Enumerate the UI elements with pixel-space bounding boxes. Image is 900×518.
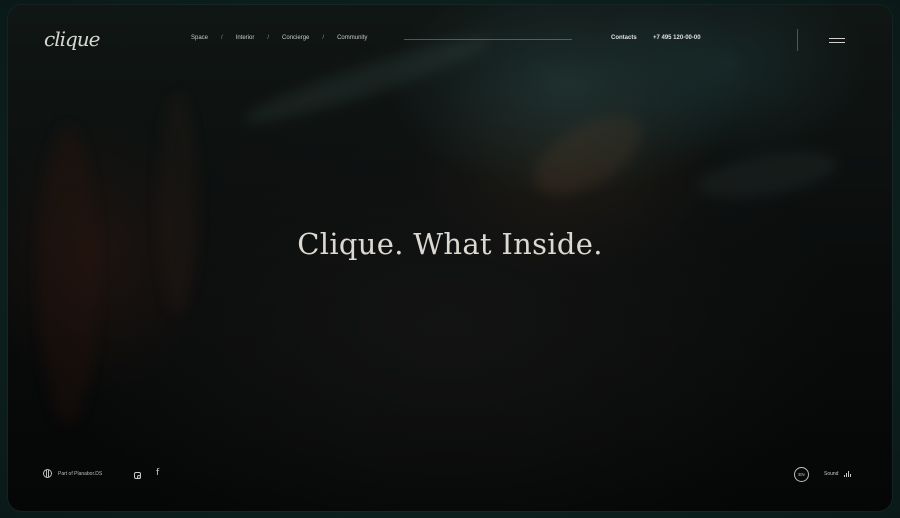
background-texture [695, 143, 841, 207]
nav-separator: / [221, 35, 223, 41]
page-viewport: clique Space / Interior / Concierge / Co… [8, 5, 892, 511]
main-nav: Space / Interior / Concierge / Community [191, 35, 367, 41]
header-divider-line [404, 39, 572, 40]
background-texture [158, 95, 198, 315]
background-texture [521, 99, 655, 211]
brand-logo[interactable]: clique [44, 27, 101, 51]
contacts-link[interactable]: Contacts [611, 35, 637, 41]
hamburger-menu-icon[interactable] [829, 38, 845, 44]
sound-bars-icon [844, 471, 852, 477]
hero-headline: Clique. What Inside. [297, 227, 603, 261]
device-frame: clique Space / Interior / Concierge / Co… [0, 0, 900, 518]
instagram-icon[interactable] [134, 472, 141, 479]
part-of-text: Part of Planabor.DS [58, 470, 103, 477]
facebook-icon[interactable]: f [156, 468, 159, 478]
phone-link[interactable]: +7 495 120-00-00 [653, 35, 701, 41]
nav-item-interior[interactable]: Interior [236, 35, 255, 41]
part-of-link[interactable]: Part of Planabor.DS [43, 469, 102, 478]
nav-item-space[interactable]: Space [191, 35, 208, 41]
language-switcher[interactable]: EN [794, 467, 809, 482]
nav-item-community[interactable]: Community [337, 35, 367, 41]
nav-item-concierge[interactable]: Concierge [282, 35, 309, 41]
background-texture [239, 25, 497, 135]
nav-separator: / [322, 35, 325, 41]
globe-icon [43, 469, 52, 478]
nav-separator: / [267, 35, 270, 41]
header-vertical-divider [797, 29, 798, 51]
sound-toggle[interactable]: Sound [824, 471, 852, 477]
background-texture [38, 125, 98, 425]
sound-label: Sound [824, 471, 839, 477]
